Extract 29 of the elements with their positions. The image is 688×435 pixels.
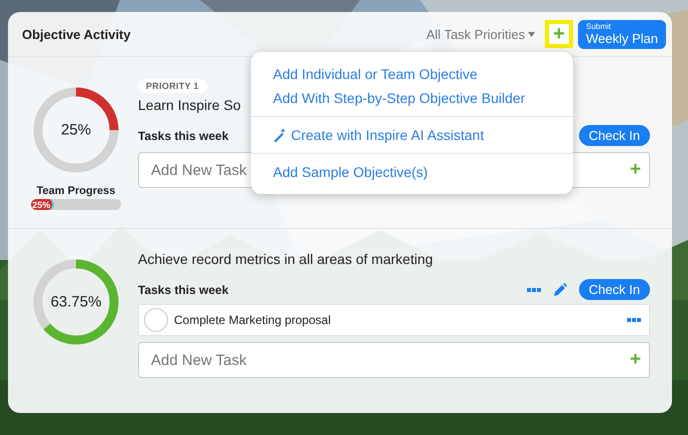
add-button[interactable]: + (544, 20, 573, 48)
team-progress-fill: 25% (31, 199, 54, 210)
tasks-label: Tasks this week (138, 282, 228, 296)
task-checkbox[interactable] (144, 308, 168, 332)
objective-title: Learn Inspire So (138, 97, 241, 113)
add-task-button[interactable]: + (630, 349, 641, 371)
pencil-icon[interactable] (552, 282, 567, 296)
submit-weekly-plan-button[interactable]: Submit Weekly Plan (578, 20, 666, 48)
more-icon[interactable] (526, 288, 541, 292)
more-icon[interactable] (627, 318, 641, 322)
team-progress-label: Team Progress (36, 185, 116, 197)
add-task-field[interactable]: Add New Task + (138, 342, 650, 378)
priority-badge: PRIORITY 1 (138, 79, 207, 93)
objective-title: Achieve record metrics in all areas of marketing (138, 251, 433, 267)
add-task-button[interactable]: + (630, 159, 641, 181)
menu-item[interactable]: Add Individual or Team Objective (251, 62, 500, 86)
panel-title: Objective Activity (22, 26, 132, 42)
menu-item[interactable]: Create with Inspire AI Assistant (251, 123, 506, 147)
tasks-label: Tasks this week (138, 128, 228, 142)
progress-percent: 63.75% (50, 294, 102, 310)
caret-icon (528, 32, 535, 36)
check-in-button[interactable]: Check In (578, 125, 650, 146)
menu-item[interactable]: Add With Step-by-Step Objective Builder (251, 86, 548, 110)
task-label: Complete Marketing proposal (174, 313, 332, 327)
check-in-button[interactable]: Check In (578, 279, 650, 300)
priority-filter[interactable]: All Task Priorities (426, 26, 535, 42)
wand-icon (273, 128, 287, 142)
menu-item[interactable]: Add Sample Objective(s) (251, 160, 450, 184)
progress-percent: 25% (60, 122, 92, 138)
